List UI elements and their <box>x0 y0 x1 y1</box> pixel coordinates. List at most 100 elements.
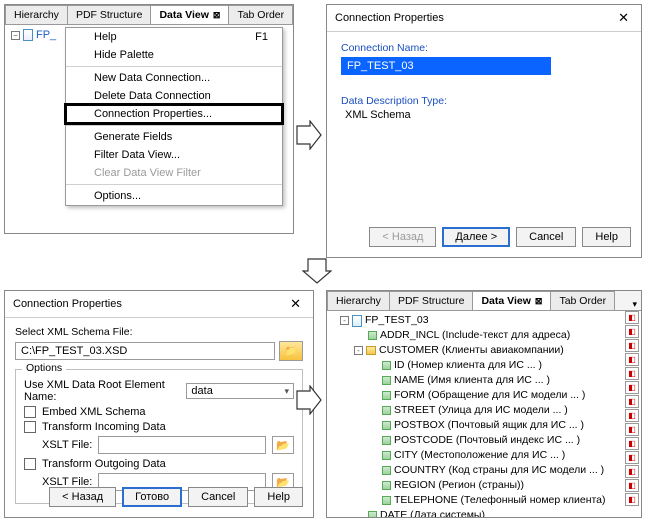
tree-row[interactable]: NAME (Имя клиента для ИС ... ) <box>331 373 637 388</box>
tab-data-view[interactable]: Data View⊠ <box>472 291 551 310</box>
tab-hierarchy[interactable]: Hierarchy <box>327 291 390 310</box>
tool-icon[interactable]: ◧ <box>625 325 639 338</box>
tree-label: ID (Номер клиента для ИС ... ) <box>394 358 542 373</box>
close-icon[interactable]: ⊠ <box>535 296 543 306</box>
help-button[interactable]: Help <box>582 227 631 247</box>
menu-item[interactable]: Options... <box>66 187 282 205</box>
menu-item[interactable]: Filter Data View... <box>66 146 282 164</box>
tree-row[interactable]: ADDR_INCL (Include-текст для адреса) <box>331 328 637 343</box>
back-button[interactable]: < Назад <box>49 487 116 507</box>
next-button[interactable]: Далее > <box>442 227 510 247</box>
conn-name-label: Connection Name: <box>341 42 627 54</box>
tool-icon[interactable]: ◧ <box>625 437 639 450</box>
tab-pdf-structure[interactable]: PDF Structure <box>389 291 474 310</box>
tree-label: ADDR_INCL (Include-текст для адреса) <box>380 328 570 343</box>
tree-row[interactable]: CITY (Местоположение для ИС ... ) <box>331 448 637 463</box>
menu-item: Clear Data View Filter <box>66 164 282 182</box>
tab-pdf-structure[interactable]: PDF Structure <box>67 5 152 24</box>
tree-row[interactable]: FORM (Обращение для ИС модели ... ) <box>331 388 637 403</box>
help-button[interactable]: Help <box>254 487 303 507</box>
menu-item[interactable]: Connection Properties... <box>66 105 282 123</box>
menu-item[interactable]: HelpF1 <box>66 28 282 46</box>
xsd-path-input[interactable]: C:\FP_TEST_03.XSD <box>15 342 275 360</box>
menu-item[interactable]: Hide Palette <box>66 46 282 64</box>
back-button: < Назад <box>369 227 436 247</box>
cancel-button[interactable]: Cancel <box>516 227 576 247</box>
tool-icon[interactable]: ◧ <box>625 395 639 408</box>
menu-item[interactable]: Delete Data Connection <box>66 87 282 105</box>
tab-hierarchy[interactable]: Hierarchy <box>5 5 68 24</box>
tree-row[interactable]: POSTCODE (Почтовый индекс ИС ... ) <box>331 433 637 448</box>
chevron-down-icon: ▾ <box>284 386 289 397</box>
collapse-icon[interactable]: − <box>11 31 20 40</box>
tool-icon[interactable]: ◧ <box>625 353 639 366</box>
desc-type-label: Data Description Type: <box>341 95 627 107</box>
arrow-right-icon <box>296 385 322 415</box>
transform-in-checkbox[interactable] <box>24 421 36 433</box>
close-icon[interactable]: ✕ <box>286 296 305 312</box>
tree-row[interactable]: DATE (Дата системы) <box>331 508 637 518</box>
tool-icon[interactable]: ◧ <box>625 381 639 394</box>
tool-icon[interactable]: ◧ <box>625 451 639 464</box>
cancel-button[interactable]: Cancel <box>188 487 248 507</box>
tab-tab-order[interactable]: Tab Order <box>228 5 293 24</box>
xslt-in-browse-button[interactable]: 📂 <box>272 436 294 454</box>
panelA-tabbar: Hierarchy PDF Structure Data View⊠ Tab O… <box>5 5 293 25</box>
field-icon <box>382 376 391 385</box>
dialog-title: Connection Properties <box>13 298 122 310</box>
menu-item[interactable]: New Data Connection... <box>66 69 282 87</box>
embed-label: Embed XML Schema <box>42 406 146 418</box>
tree-label: DATE (Дата системы) <box>380 508 485 518</box>
xml-file-icon <box>352 315 362 327</box>
palette-menu-icon[interactable]: ▾ <box>628 299 641 310</box>
conn-name-input[interactable]: FP_TEST_03 <box>341 57 551 75</box>
embed-checkbox[interactable] <box>24 406 36 418</box>
dialog-title: Connection Properties <box>335 12 444 24</box>
arrow-right-icon <box>296 120 322 150</box>
tree-row[interactable]: POSTBOX (Почтовый ящик для ИС ... ) <box>331 418 637 433</box>
tree-label: TELEPHONE (Телефонный номер клиента) <box>394 493 606 508</box>
tree-label: REGION (Регион (страны)) <box>394 478 524 493</box>
tool-icon[interactable]: ◧ <box>625 479 639 492</box>
expand-icon[interactable]: - <box>354 346 363 355</box>
tool-icon[interactable]: ◧ <box>625 409 639 422</box>
tree-label: FORM (Обращение для ИС модели ... ) <box>394 388 585 403</box>
transform-out-checkbox[interactable] <box>24 458 36 470</box>
tool-icon[interactable]: ◧ <box>625 367 639 380</box>
tool-icon[interactable]: ◧ <box>625 339 639 352</box>
field-icon <box>382 361 391 370</box>
tree-label: NAME (Имя клиента для ИС ... ) <box>394 373 550 388</box>
field-icon <box>382 496 391 505</box>
field-icon <box>382 421 391 430</box>
tab-tab-order[interactable]: Tab Order <box>550 291 615 310</box>
xslt-in-input[interactable] <box>98 436 266 454</box>
tool-icon[interactable]: ◧ <box>625 465 639 478</box>
tool-icon[interactable]: ◧ <box>625 423 639 436</box>
tool-icon[interactable]: ◧ <box>625 311 639 324</box>
tree-row[interactable]: - CUSTOMER (Клиенты авиакомпании) <box>331 343 637 358</box>
root-elem-select[interactable]: data▾ <box>186 383 294 399</box>
tree-row[interactable]: COUNTRY (Код страны для ИС модели ... ) <box>331 463 637 478</box>
tree-label: COUNTRY (Код страны для ИС модели ... ) <box>394 463 604 478</box>
close-icon[interactable]: ✕ <box>614 10 633 26</box>
tree-label: CUSTOMER (Клиенты авиакомпании) <box>379 343 564 358</box>
field-icon <box>382 406 391 415</box>
tree-row[interactable]: ID (Номер клиента для ИС ... ) <box>331 358 637 373</box>
field-icon <box>368 511 377 518</box>
tree-row[interactable]: STREET (Улица для ИС модели ... ) <box>331 403 637 418</box>
finish-button[interactable]: Готово <box>122 487 182 507</box>
arrow-down-icon <box>302 258 332 284</box>
tree-row[interactable]: -FP_TEST_03 <box>331 313 637 328</box>
expand-icon[interactable]: - <box>340 316 349 325</box>
tool-icon[interactable]: ◧ <box>625 493 639 506</box>
tree-label: STREET (Улица для ИС модели ... ) <box>394 403 568 418</box>
options-legend: Options <box>22 362 66 374</box>
tab-data-view[interactable]: Data View⊠ <box>150 5 229 24</box>
menu-item[interactable]: Generate Fields <box>66 128 282 146</box>
close-icon[interactable]: ⊠ <box>213 10 221 20</box>
tree-row[interactable]: TELEPHONE (Телефонный номер клиента) <box>331 493 637 508</box>
folder-search-icon: 📁 <box>285 346 297 357</box>
panelD-tabbar: Hierarchy PDF Structure Data View⊠ Tab O… <box>327 291 641 311</box>
browse-button[interactable]: 📁 <box>279 341 303 361</box>
tree-row[interactable]: REGION (Регион (страны)) <box>331 478 637 493</box>
